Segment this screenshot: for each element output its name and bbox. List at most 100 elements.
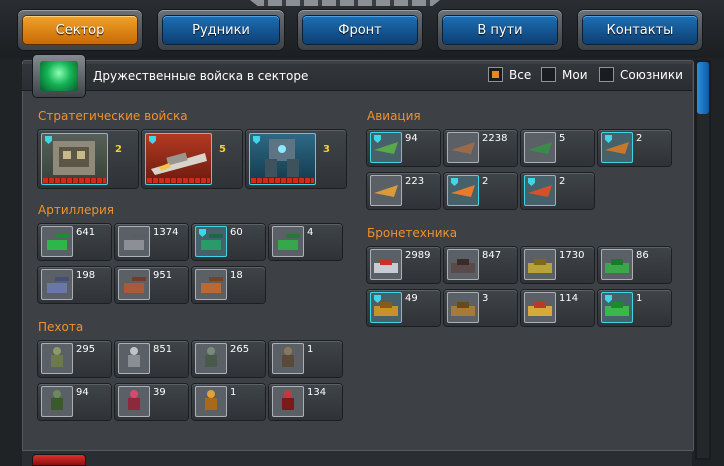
unit-count: 295 <box>76 344 96 355</box>
section-title-aviation: Авиация <box>367 109 421 123</box>
infantry-unit-icon <box>272 343 304 374</box>
aviation-unit-card[interactable]: 94 <box>367 130 440 166</box>
armor-unit-card[interactable]: 86 <box>598 247 671 283</box>
filter-allies-checkbox[interactable] <box>599 67 614 82</box>
filter-label: Все <box>509 67 532 82</box>
artillery-unit-icon <box>272 226 304 257</box>
aircraft-unit-icon <box>601 132 633 163</box>
unit-count: 86 <box>636 250 649 261</box>
filter-all-checkbox[interactable] <box>488 67 503 82</box>
top-decoration <box>250 0 440 6</box>
section-title-strategic: Стратегические войска <box>38 109 188 123</box>
tab-contacts[interactable]: Контакты <box>578 10 702 50</box>
unit-count: 94 <box>76 387 89 398</box>
unit-count: 60 <box>230 227 243 238</box>
tab-sector[interactable]: Сектор <box>18 10 142 50</box>
aircraft-unit-icon <box>524 132 556 163</box>
tab-label: Контакты <box>606 22 674 38</box>
filter-allies[interactable]: Союзники <box>599 67 683 82</box>
unit-count: 1 <box>636 293 643 304</box>
aviation-unit-card[interactable]: 2238 <box>444 130 517 166</box>
artillery-unit-card[interactable]: 1374 <box>115 224 188 260</box>
unit-count: 223 <box>405 176 425 187</box>
unit-count: 2 <box>559 176 566 187</box>
artillery-unit-card[interactable]: 198 <box>38 267 111 303</box>
artillery-unit-icon <box>41 226 73 257</box>
unit-count: 1 <box>307 344 314 355</box>
strategic-unit-card[interactable]: 2 <box>38 130 138 188</box>
unit-count: 3 <box>482 293 489 304</box>
unit-count: 18 <box>230 270 243 281</box>
armor-unit-card[interactable]: 2989 <box>367 247 440 283</box>
infantry-unit-icon <box>118 386 150 417</box>
unit-count: 851 <box>153 344 173 355</box>
tank-unit-icon <box>601 292 633 323</box>
tab-label: Рудники <box>192 22 250 38</box>
filter-all[interactable]: Все <box>488 67 531 82</box>
unit-count: 1730 <box>559 250 585 261</box>
artillery-unit-card[interactable]: 4 <box>269 224 342 260</box>
unit-count: 3 <box>323 144 330 155</box>
infantry-unit-card[interactable]: 134 <box>269 384 342 420</box>
tab-in-transit[interactable]: В пути <box>438 10 562 50</box>
panel-title: Дружественные войска в секторе <box>93 69 309 83</box>
tab-mines[interactable]: Рудники <box>158 10 284 50</box>
infantry-unit-card[interactable]: 1 <box>269 341 342 377</box>
tab-front[interactable]: Фронт <box>298 10 422 50</box>
artillery-unit-icon <box>118 269 150 300</box>
unit-count: 2 <box>636 133 643 144</box>
artillery-unit-card[interactable]: 60 <box>192 224 265 260</box>
aviation-unit-card[interactable]: 2 <box>444 173 517 209</box>
unit-count: 847 <box>482 250 502 261</box>
aviation-unit-card[interactable]: 2 <box>598 130 671 166</box>
armor-unit-card[interactable]: 1730 <box>521 247 594 283</box>
infantry-unit-card[interactable]: 265 <box>192 341 265 377</box>
artillery-unit-card[interactable]: 951 <box>115 267 188 303</box>
armor-unit-card[interactable]: 3 <box>444 290 517 326</box>
filter-label: Союзники <box>620 67 683 82</box>
unit-count: 951 <box>153 270 173 281</box>
infantry-unit-card[interactable]: 295 <box>38 341 111 377</box>
tank-unit-icon <box>447 249 479 280</box>
aviation-unit-card[interactable]: 223 <box>367 173 440 209</box>
tank-unit-icon <box>370 292 402 323</box>
unit-count: 1 <box>230 387 237 398</box>
infantry-unit-card[interactable]: 851 <box>115 341 188 377</box>
artillery-unit-card[interactable]: 641 <box>38 224 111 260</box>
armor-unit-card[interactable]: 1 <box>598 290 671 326</box>
unit-count: 114 <box>559 293 579 304</box>
bottom-bar <box>22 450 692 466</box>
aviation-unit-card[interactable]: 2 <box>521 173 594 209</box>
strategic-unit-card[interactable]: 5 <box>142 130 242 188</box>
filter-mine-checkbox[interactable] <box>541 67 556 82</box>
fortress-unit-icon <box>41 133 108 185</box>
infantry-unit-icon <box>41 386 73 417</box>
artillery-unit-card[interactable]: 18 <box>192 267 265 303</box>
section-title-artillery: Артиллерия <box>38 203 114 217</box>
unit-count: 94 <box>405 133 418 144</box>
infantry-unit-card[interactable]: 1 <box>192 384 265 420</box>
tank-unit-icon <box>524 249 556 280</box>
infantry-unit-icon <box>195 386 227 417</box>
armor-unit-card[interactable]: 847 <box>444 247 517 283</box>
unit-count: 265 <box>230 344 250 355</box>
mech-unit-icon <box>249 133 316 185</box>
scrollbar-thumb[interactable] <box>697 62 709 114</box>
red-section-button[interactable] <box>33 455 85 465</box>
tank-unit-icon <box>601 249 633 280</box>
scrollbar-track[interactable] <box>697 62 709 458</box>
armor-unit-card[interactable]: 49 <box>367 290 440 326</box>
artillery-unit-icon <box>195 226 227 257</box>
unit-count: 5 <box>219 144 226 155</box>
tab-label: Фронт <box>338 22 382 38</box>
unit-count: 2 <box>115 144 122 155</box>
strategic-unit-card[interactable]: 3 <box>246 130 346 188</box>
tab-label: В пути <box>477 22 523 38</box>
infantry-unit-icon <box>195 343 227 374</box>
filter-mine[interactable]: Мои <box>541 67 588 82</box>
aviation-unit-card[interactable]: 5 <box>521 130 594 166</box>
infantry-unit-card[interactable]: 94 <box>38 384 111 420</box>
aircraft-unit-icon <box>524 175 556 206</box>
armor-unit-card[interactable]: 114 <box>521 290 594 326</box>
infantry-unit-card[interactable]: 39 <box>115 384 188 420</box>
